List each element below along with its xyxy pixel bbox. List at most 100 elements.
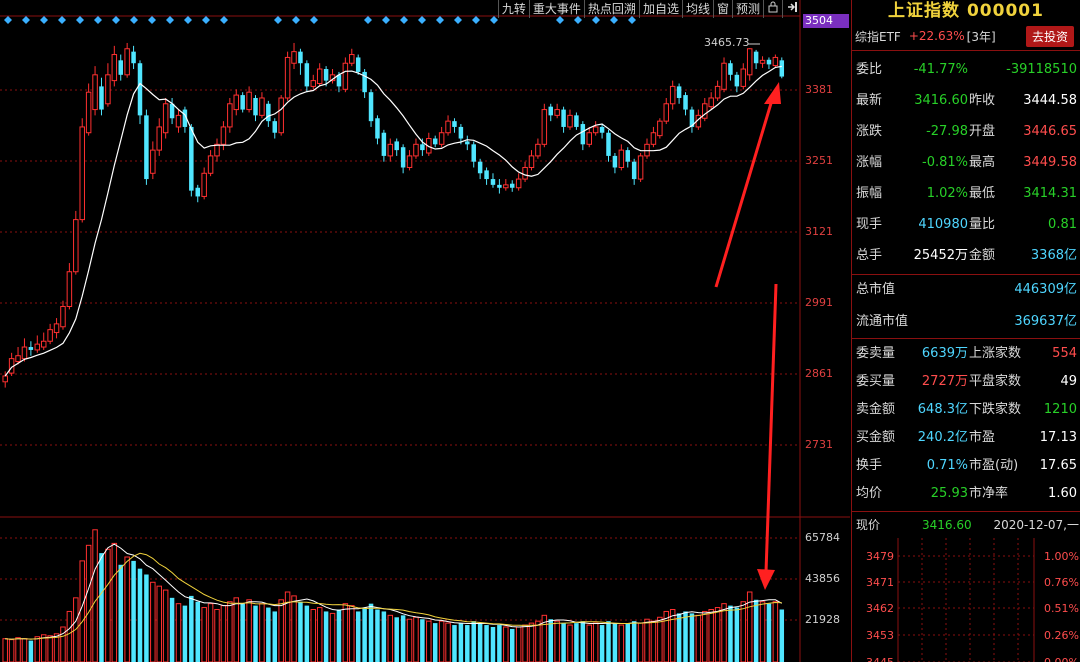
mini-price-label: 3462 xyxy=(866,602,894,615)
candle-body xyxy=(21,346,28,360)
candle-body xyxy=(580,124,586,145)
candle-body xyxy=(528,155,535,168)
volume-bar xyxy=(310,609,317,662)
volume-bar xyxy=(490,627,496,662)
candle-body xyxy=(484,170,489,180)
toolbar-window-button[interactable]: 窗 xyxy=(712,0,732,18)
candle-body xyxy=(118,60,123,75)
volume-bar xyxy=(79,560,85,662)
quote-value: 17.65 xyxy=(1039,458,1077,473)
quote-label: 委买量 xyxy=(856,374,896,389)
candle-body xyxy=(721,62,727,90)
volume-bar xyxy=(40,634,47,662)
candle-body xyxy=(586,132,592,145)
toolbar-jiuzhuan-button[interactable]: 九转 xyxy=(497,0,529,18)
arrow-head-icon xyxy=(764,82,781,104)
candle-body xyxy=(509,183,515,188)
candle-body xyxy=(657,120,663,137)
candle-body xyxy=(375,118,380,139)
toolbar-add-favorite-button[interactable]: 加自选 xyxy=(638,0,682,18)
cap-value: 446309亿 xyxy=(1014,282,1077,297)
divider xyxy=(852,274,1080,275)
candle-body xyxy=(15,355,21,363)
quote-value: 1.02% xyxy=(926,186,968,201)
volume-bar xyxy=(465,625,470,662)
candle-body xyxy=(368,92,374,122)
candle-body xyxy=(240,95,245,110)
candle-body xyxy=(753,51,759,64)
volume-bar xyxy=(124,556,130,662)
volume-bar xyxy=(323,611,329,662)
candle-body xyxy=(663,103,670,122)
candle-body xyxy=(503,184,509,189)
volume-bar xyxy=(567,624,573,662)
volume-bar xyxy=(458,623,464,662)
candle-body xyxy=(561,109,566,127)
candle-body xyxy=(220,126,227,145)
quote-row: 委比 -41.77% -39118510 xyxy=(852,56,1080,84)
candlestick-chart-area[interactable]: 九转 重大事件 热点回溯 加自选 均线 窗 预测 3504 3465.73 33… xyxy=(0,0,850,662)
quote-panel: 上证指数 000001 综指ETF +22.63% [3年] 去投资 委比 -41… xyxy=(851,0,1080,662)
toolbar-major-events-button[interactable]: 重大事件 xyxy=(528,0,584,18)
quote-value: 3416.60 xyxy=(914,93,968,108)
candle-body xyxy=(650,132,657,145)
candle-body xyxy=(471,144,476,162)
volume-bar xyxy=(471,621,476,662)
volume-bar xyxy=(535,620,541,662)
event-marker-icon xyxy=(94,16,102,24)
volume-bar xyxy=(298,601,303,662)
candle-body xyxy=(728,63,733,75)
quote-value: 240.2亿 xyxy=(917,430,968,445)
candle-body xyxy=(298,51,303,64)
event-marker-icon xyxy=(418,16,426,24)
candle-body xyxy=(432,138,438,145)
volume-bar xyxy=(394,617,399,662)
intraday-mini-chart[interactable]: 3479 1.00% 3471 0.76% 3462 0.51% 3453 0.26% 3445… xyxy=(852,538,1080,662)
volume-bar xyxy=(676,613,682,662)
volume-bar xyxy=(304,605,310,662)
candle-body xyxy=(304,63,310,87)
volume-bar xyxy=(156,585,162,662)
toolbar-hot-review-button[interactable]: 热点回溯 xyxy=(583,0,639,18)
annotation-arrow xyxy=(714,99,774,288)
candle-body xyxy=(413,143,419,157)
candle-body xyxy=(310,80,317,87)
volume-bar xyxy=(515,626,522,662)
volume-bar xyxy=(99,553,104,662)
candle-body xyxy=(291,51,297,64)
mini-pct-label: 1.00% xyxy=(1044,550,1079,563)
volume-bar xyxy=(66,610,73,662)
volume-bar xyxy=(137,568,143,662)
toolbar-predict-button[interactable]: 预测 xyxy=(731,0,763,18)
market-cap-row: 流通市值 369637亿 xyxy=(852,308,1080,336)
invest-button[interactable]: 去投资 xyxy=(1025,25,1074,47)
exit-icon[interactable] xyxy=(782,0,802,18)
volume-bar xyxy=(779,609,785,662)
toolbar-ma-button[interactable]: 均线 xyxy=(681,0,713,18)
volume-bar xyxy=(406,618,413,662)
event-marker-icon xyxy=(22,16,30,24)
volume-axis-label: 65784 xyxy=(805,531,840,544)
quote-row: 买金额 240.2亿 市盈 17.13 xyxy=(852,424,1080,452)
volume-bar xyxy=(259,603,265,662)
quote-value: -27.98 xyxy=(926,124,968,139)
volume-bar xyxy=(432,623,438,662)
candle-body xyxy=(266,103,271,122)
candle-body xyxy=(574,115,579,127)
volume-bar xyxy=(580,621,586,662)
volume-bar xyxy=(316,607,323,662)
volume-bar xyxy=(484,625,489,662)
candle-body xyxy=(683,95,688,110)
now-price-header: 现价 3416.60 2020-12-07,一 xyxy=(852,512,1080,538)
quote-value: -41.77% xyxy=(913,62,968,77)
event-marker-icon xyxy=(364,16,372,24)
chart-toolbar: 九转 重大事件 热点回溯 加自选 均线 窗 预测 xyxy=(497,0,802,18)
mini-price-label: 3471 xyxy=(866,576,894,589)
volume-axis-label: 43856 xyxy=(805,572,840,585)
price-axis-label: 2991 xyxy=(805,296,833,309)
candle-body xyxy=(554,109,560,116)
event-marker-icon xyxy=(4,16,12,24)
candlestick-chart[interactable] xyxy=(0,0,850,662)
candle-body xyxy=(490,179,496,185)
lock-icon[interactable] xyxy=(763,0,782,18)
